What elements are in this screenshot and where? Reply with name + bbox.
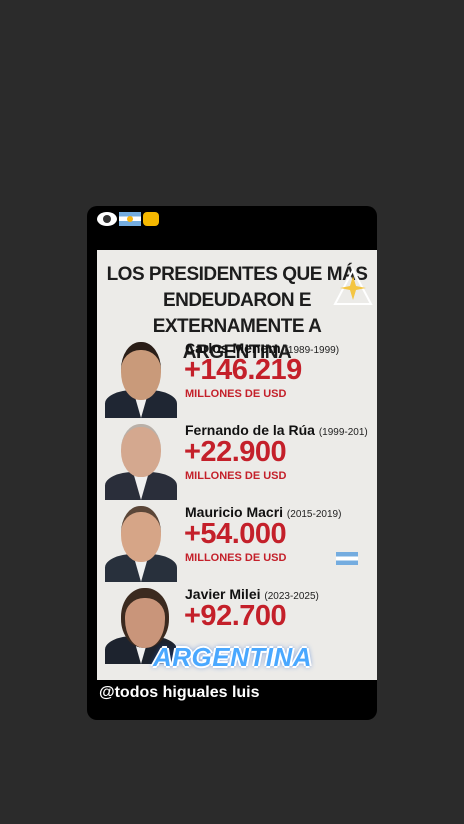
debt-amount: +92.700 [184, 600, 287, 632]
president-row: Mauricio Macri (2015-2019) +54.000 MILLO… [97, 502, 377, 584]
debt-units: MILLONES DE USD [185, 470, 287, 482]
debt-units: MILLONES DE USD [185, 388, 287, 400]
debt-amount: +146.219 [184, 354, 302, 386]
argentina-overlay-text: ARGENTINA [153, 642, 313, 672]
star-logo-icon [333, 268, 373, 305]
eye-icon [97, 212, 117, 226]
president-row: Fernando de la Rúa (1999-201) +22.900 MI… [97, 420, 377, 502]
fist-icon [143, 212, 159, 226]
debt-amount: +54.000 [184, 518, 287, 550]
president-photo [103, 420, 177, 500]
debt-amount: +22.900 [184, 436, 287, 468]
president-photo [103, 338, 177, 418]
argentina-flag-icon [119, 212, 141, 226]
argentina-flag-icon [336, 552, 358, 565]
president-row: Carlos Menem (1989-1999) +146.219 MILLON… [97, 338, 377, 420]
debt-infographic: LOS PRESIDENTES QUE MÁS ENDEUDARON E EXT… [97, 250, 377, 680]
story-caption: @todos higuales luis [99, 684, 260, 701]
debt-units: MILLONES DE USD [185, 552, 287, 564]
story-card[interactable]: LOS PRESIDENTES QUE MÁS ENDEUDARON E EXT… [87, 206, 377, 720]
story-emoji-bar [87, 206, 377, 250]
president-photo [103, 502, 177, 582]
